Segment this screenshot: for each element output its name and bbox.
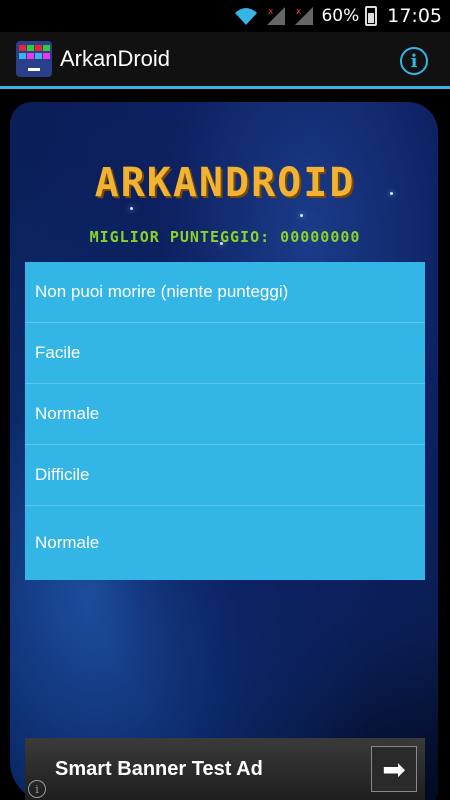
- brick: [27, 45, 34, 51]
- star: [300, 214, 303, 217]
- game-title: ARKANDROID: [94, 160, 356, 206]
- clock: 17:05: [387, 5, 442, 27]
- brick: [43, 53, 50, 59]
- signal-icon: x: [295, 7, 314, 25]
- brick: [19, 45, 26, 51]
- paddle: [28, 68, 40, 71]
- action-bar: ArkanDroid i: [0, 32, 450, 89]
- ad-info-icon[interactable]: i: [28, 780, 46, 798]
- menu-item-no-death[interactable]: Non puoi morire (niente punteggi): [25, 262, 425, 323]
- wifi-icon: [235, 8, 258, 25]
- brick: [43, 45, 50, 51]
- menu-item-normal-2[interactable]: Normale: [25, 506, 425, 580]
- best-score: MIGLIOR PUNTEGGIO: 00000000: [89, 228, 361, 246]
- signal-icon: x: [267, 7, 286, 25]
- ad-banner[interactable]: Smart Banner Test Ad ➡: [25, 738, 425, 800]
- brick: [27, 53, 34, 59]
- menu-item-normal[interactable]: Normale: [25, 384, 425, 445]
- menu-item-hard[interactable]: Difficile: [25, 445, 425, 506]
- app-title: ArkanDroid: [60, 46, 171, 71]
- info-icon[interactable]: i: [400, 47, 428, 75]
- battery-percent: 60%: [321, 6, 360, 26]
- status-bar: x x 60% 17:05: [0, 0, 450, 32]
- star: [130, 207, 133, 210]
- battery-icon: [365, 6, 378, 26]
- difficulty-menu: Non puoi morire (niente punteggi) Facile…: [25, 262, 425, 580]
- brick: [19, 53, 26, 59]
- svg-text:x: x: [296, 7, 302, 17]
- brick: [35, 45, 42, 51]
- ad-text: Smart Banner Test Ad: [55, 757, 263, 780]
- brick: [35, 53, 42, 59]
- svg-text:x: x: [268, 7, 274, 17]
- arkanoid-app-icon[interactable]: [16, 41, 52, 77]
- menu-item-easy[interactable]: Facile: [25, 323, 425, 384]
- arrow-right-icon[interactable]: ➡: [371, 746, 417, 792]
